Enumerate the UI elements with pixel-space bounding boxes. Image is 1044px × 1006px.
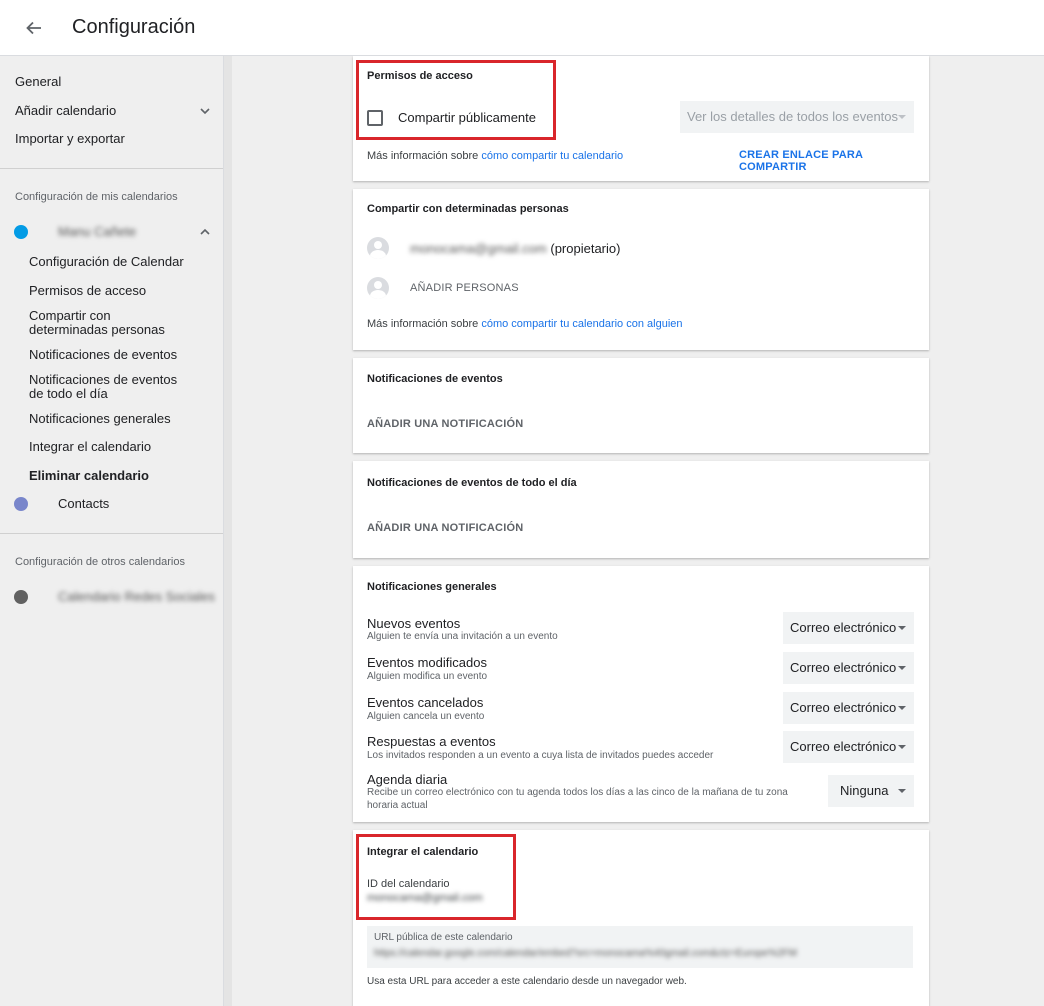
owner-role: (propietario) bbox=[550, 241, 621, 256]
sidebar-my-calendar[interactable]: Manu Cañete bbox=[0, 218, 223, 246]
more-info-prefix: Más información sobre bbox=[367, 318, 482, 330]
person-avatar-icon bbox=[367, 237, 389, 259]
caret-down-icon bbox=[898, 745, 906, 749]
sidebar-sub-share-people[interactable]: Compartir con determinadas personas bbox=[0, 309, 185, 337]
notif-row-desc: Alguien te envía una invitación a un eve… bbox=[367, 631, 558, 642]
more-info-text: Más información sobre cómo compartir tu … bbox=[367, 150, 623, 162]
card-title: Notificaciones de eventos bbox=[367, 373, 503, 385]
notif-row-title: Nuevos eventos bbox=[367, 616, 461, 631]
sidebar-contacts[interactable]: Contacts bbox=[0, 490, 223, 518]
event-responses-select[interactable]: Correo electrónico bbox=[783, 731, 914, 763]
notif-row-desc: Alguien modifica un evento bbox=[367, 671, 488, 682]
owner-row: monocama@gmail.com (propietario) bbox=[410, 241, 620, 256]
calendar-id-value: monocama@gmail.com bbox=[367, 892, 483, 904]
sidebar-sub-calendar-settings[interactable]: Configuración de Calendar bbox=[0, 255, 200, 269]
other-calendars-label: Configuración de otros calendarios bbox=[15, 556, 185, 568]
add-allday-notification-button[interactable]: AÑADIR UNA NOTIFICACIÓN bbox=[367, 522, 523, 534]
select-value: Correo electrónico bbox=[790, 660, 897, 675]
sidebar-sub-access-permissions[interactable]: Permisos de acceso bbox=[0, 284, 200, 298]
select-value: Correo electrónico bbox=[790, 700, 897, 715]
more-info-prefix: Más información sobre bbox=[367, 150, 482, 162]
create-share-link-button[interactable]: CREAR ENLACE PARA COMPARTIR bbox=[739, 149, 929, 173]
daily-agenda-select[interactable]: Ninguna bbox=[828, 775, 914, 807]
sidebar-other-calendar[interactable]: Calendario Redes Sociales bbox=[0, 583, 223, 611]
card-title: Compartir con determinadas personas bbox=[367, 203, 569, 215]
select-value: Ninguna bbox=[840, 783, 889, 798]
general-notifications-card: Notificaciones generales Nuevos eventos … bbox=[353, 566, 929, 822]
sidebar-item-general[interactable]: General bbox=[0, 68, 223, 96]
chevron-down-icon bbox=[200, 108, 210, 115]
public-url-help: Usa esta URL para acceder a este calenda… bbox=[367, 976, 687, 987]
sidebar-item-import-export[interactable]: Importar y exportar bbox=[0, 125, 223, 153]
sidebar-sub-delete-calendar[interactable]: Eliminar calendario bbox=[0, 469, 200, 483]
notif-row-desc: Los invitados responden a un evento a cu… bbox=[367, 750, 714, 761]
calendar-name: Calendario Redes Sociales bbox=[58, 589, 215, 604]
public-url-value[interactable]: https://calendar.google.com/calendar/emb… bbox=[374, 948, 906, 959]
notif-row-desc: Alguien cancela un evento bbox=[367, 711, 485, 722]
sidebar-sub-allday-notifications[interactable]: Notificaciones de eventos de todo el día bbox=[0, 373, 180, 401]
arrow-back-icon bbox=[26, 21, 41, 34]
caret-down-icon bbox=[898, 706, 906, 710]
settings-sidebar: General Añadir calendario Importar y exp… bbox=[0, 56, 224, 1006]
my-calendars-label: Configuración de mis calendarios bbox=[15, 191, 178, 203]
allday-notifications-card: Notificaciones de eventos de todo el día… bbox=[353, 461, 929, 558]
select-value: Ver los detalles de todos los eventos bbox=[687, 109, 899, 124]
sidebar-divider bbox=[0, 533, 223, 534]
caret-down-icon bbox=[898, 115, 906, 119]
sidebar-item-label: Añadir calendario bbox=[15, 103, 117, 118]
settings-content: Permisos de acceso Compartir públicament… bbox=[224, 56, 1044, 1006]
card-title: Permisos de acceso bbox=[367, 70, 473, 82]
owner-email: monocama@gmail.com bbox=[410, 241, 547, 256]
select-value: Correo electrónico bbox=[790, 739, 897, 754]
sidebar-item-add-calendar[interactable]: Añadir calendario bbox=[0, 97, 223, 125]
share-calendar-help-link[interactable]: cómo compartir tu calendario bbox=[481, 150, 623, 162]
notif-row-title: Eventos modificados bbox=[367, 655, 487, 670]
card-title: Integrar el calendario bbox=[367, 846, 479, 858]
notif-row-title: Eventos cancelados bbox=[367, 695, 484, 710]
calendar-color-dot bbox=[14, 225, 28, 239]
notif-row-desc: Recibe un correo electrónico con tu agen… bbox=[367, 787, 788, 811]
calendar-name: Manu Cañete bbox=[58, 224, 137, 239]
new-events-select[interactable]: Correo electrónico bbox=[783, 612, 914, 644]
page-title: Configuración bbox=[72, 16, 196, 38]
caret-down-icon bbox=[898, 666, 906, 670]
calendar-color-dot bbox=[14, 590, 28, 604]
calendar-color-dot bbox=[14, 497, 28, 511]
more-info-text: Más información sobre cómo compartir tu … bbox=[367, 318, 683, 330]
card-title: Notificaciones generales bbox=[367, 581, 497, 593]
event-details-select[interactable]: Ver los detalles de todos los eventos bbox=[680, 101, 914, 133]
sidebar-divider bbox=[0, 168, 223, 169]
share-public-label[interactable]: Compartir públicamente bbox=[398, 110, 536, 125]
back-button[interactable] bbox=[10, 4, 58, 52]
add-people-button[interactable]: AÑADIR PERSONAS bbox=[410, 282, 519, 294]
share-people-card: Compartir con determinadas personas mono… bbox=[353, 189, 929, 350]
share-with-someone-help-link[interactable]: cómo compartir tu calendario con alguien bbox=[481, 318, 682, 330]
public-url-box: URL pública de este calendario https://c… bbox=[367, 926, 913, 968]
calendar-name: Contacts bbox=[58, 496, 110, 511]
card-title: Notificaciones de eventos de todo el día bbox=[367, 477, 577, 489]
app-header: Configuración bbox=[0, 0, 1044, 56]
sidebar-sub-event-notifications[interactable]: Notificaciones de eventos bbox=[0, 348, 200, 362]
calendar-id-label: ID del calendario bbox=[367, 878, 450, 890]
event-notifications-card: Notificaciones de eventos AÑADIR UNA NOT… bbox=[353, 358, 929, 453]
share-public-checkbox[interactable] bbox=[367, 110, 383, 126]
notif-row-title: Respuestas a eventos bbox=[367, 734, 496, 749]
add-person-avatar-icon bbox=[367, 277, 389, 299]
content-gutter bbox=[224, 56, 232, 1006]
cancelled-events-select[interactable]: Correo electrónico bbox=[783, 692, 914, 724]
access-permissions-card: Permisos de acceso Compartir públicament… bbox=[353, 56, 929, 181]
sidebar-sub-general-notifications[interactable]: Notificaciones generales bbox=[0, 412, 200, 426]
chevron-up-icon bbox=[200, 228, 210, 235]
add-notification-button[interactable]: AÑADIR UNA NOTIFICACIÓN bbox=[367, 418, 523, 430]
sidebar-sub-integrate[interactable]: Integrar el calendario bbox=[0, 440, 200, 454]
public-url-label: URL pública de este calendario bbox=[374, 932, 513, 943]
modified-events-select[interactable]: Correo electrónico bbox=[783, 652, 914, 684]
caret-down-icon bbox=[898, 789, 906, 793]
integrate-calendar-card: Integrar el calendario ID del calendario… bbox=[353, 830, 929, 1006]
notif-row-title: Agenda diaria bbox=[367, 772, 448, 787]
select-value: Correo electrónico bbox=[790, 620, 897, 635]
caret-down-icon bbox=[898, 626, 906, 630]
